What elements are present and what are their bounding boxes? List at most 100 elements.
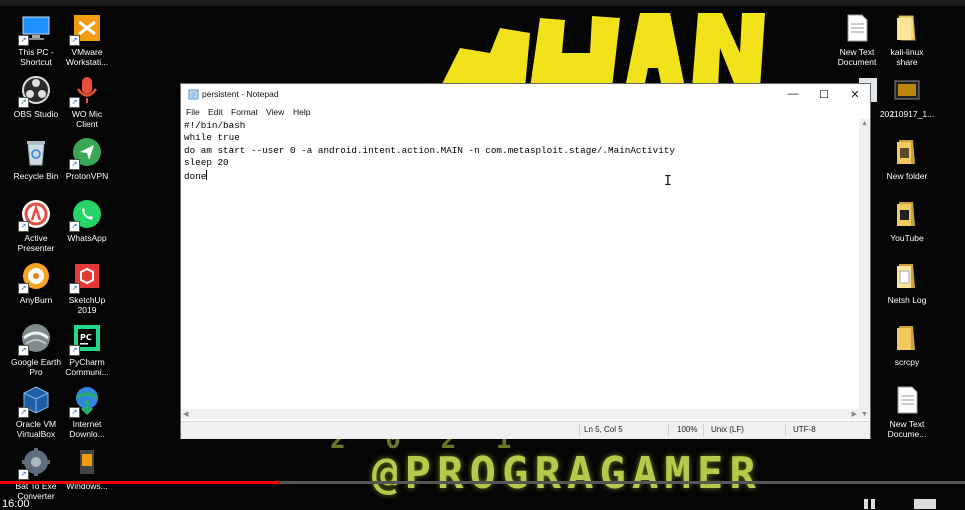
icon-label: scrcpy [894, 357, 920, 367]
bat-to-exe-shortcut[interactable]: ↗ Bat To Exe Converter [7, 446, 65, 501]
window-title: persistent - Notepad [202, 89, 279, 99]
text-caret [206, 169, 208, 180]
maximize-icon: ☐ [819, 89, 829, 101]
sketchup-shortcut[interactable]: ↗ SketchUp 2019 [58, 260, 116, 315]
close-button[interactable]: ✕ [840, 84, 870, 105]
horizontal-scrollbar[interactable]: ◀ ▶ [181, 409, 859, 419]
editor-content: #!/bin/bash while true do am start --use… [184, 120, 675, 182]
youtube-folder[interactable]: YouTube [878, 198, 936, 243]
recycle-bin[interactable]: Recycle Bin [7, 136, 65, 181]
icon-label: YouTube [890, 233, 924, 243]
icon-label: Netsh Log [887, 295, 927, 305]
icon-label: Recycle Bin [13, 171, 59, 181]
image-file-icon [891, 74, 923, 106]
scrcpy-folder-icon [891, 322, 923, 354]
this-pc-shortcut[interactable]: ↗ This PC - Shortcut [7, 12, 65, 67]
video-progress-fill [0, 481, 280, 484]
pause-icon[interactable] [860, 497, 890, 509]
status-zoom: 100% [677, 425, 698, 434]
sketchup-icon: ↗ [69, 260, 103, 294]
icon-label: VMware Workstati... [65, 47, 109, 67]
windows-app-shortcut[interactable]: Windows... [58, 446, 116, 491]
scroll-left-icon[interactable]: ◀ [183, 410, 188, 418]
icon-label: AnyBurn [19, 295, 53, 305]
icon-label: ProtonVPN [65, 171, 109, 181]
obs-studio-shortcut[interactable]: ↗ OBS Studio [7, 74, 65, 119]
scroll-down-icon[interactable]: ▼ [861, 411, 868, 418]
google-earth-pro-shortcut[interactable]: ↗ Google Earth Pro [7, 322, 65, 377]
close-icon: ✕ [850, 89, 860, 101]
icon-label: Active Presenter [17, 233, 55, 253]
icon-label: New folder [886, 171, 928, 181]
icon-label: SketchUp 2019 [68, 295, 106, 315]
new-text-document-icon [841, 12, 873, 44]
menu-edit[interactable]: Edit [208, 107, 223, 117]
wallpaper-logo [440, 13, 765, 88]
netsh-log-folder[interactable]: Netsh Log [878, 260, 936, 305]
menu-file[interactable]: File [186, 107, 200, 117]
recycle-bin-icon [20, 136, 52, 168]
virtualbox-shortcut[interactable]: ↗ Oracle VM VirtualBox [7, 384, 65, 439]
internet-download-icon: ↗ [69, 384, 103, 418]
scroll-right-icon[interactable]: ▶ [852, 410, 857, 418]
icon-label: OBS Studio [13, 109, 59, 119]
wo-mic-shortcut[interactable]: ↗ WO Mic Client [58, 74, 116, 129]
wallpaper-tag: @PROGRAGAMER [372, 448, 762, 499]
notepad-window[interactable]: persistent - Notepad — ☐ ✕ File Edit For… [181, 84, 870, 439]
notepad-titlebar[interactable]: persistent - Notepad — ☐ ✕ [181, 84, 870, 105]
ibeam-cursor-icon: I [664, 174, 672, 189]
scroll-up-icon[interactable]: ▲ [861, 120, 868, 127]
notepad-app-icon [188, 89, 199, 100]
status-divider [703, 424, 704, 436]
icon-label: 20210917_1... [879, 109, 935, 119]
icon-label: WO Mic Client [71, 109, 103, 129]
anyburn-icon: ↗ [18, 260, 52, 294]
menu-help[interactable]: Help [293, 107, 310, 117]
icon-label: New Text Docume... [887, 419, 927, 439]
status-divider [785, 424, 786, 436]
svg-text:PC: PC [80, 333, 92, 342]
protonvpn-icon: ↗ [69, 136, 103, 170]
menu-format[interactable]: Format [231, 107, 258, 117]
status-position: Ln 5, Col 5 [584, 425, 623, 434]
whatsapp-icon: ↗ [69, 198, 103, 232]
icon-label: PyCharm Communi... [65, 357, 109, 377]
new-folder-icon [891, 136, 923, 168]
protonvpn-shortcut[interactable]: ↗ ProtonVPN [58, 136, 116, 181]
menu-view[interactable]: View [266, 107, 284, 117]
status-divider [668, 424, 669, 436]
scrcpy-folder[interactable]: scrcpy [878, 322, 936, 367]
vmware-shortcut[interactable]: ↗ VMware Workstati... [58, 12, 116, 67]
maximize-button[interactable]: ☐ [809, 84, 839, 105]
youtube-folder-icon [891, 198, 923, 230]
google-earth-pro-icon: ↗ [18, 322, 52, 356]
image-file[interactable]: 20210917_1... [878, 74, 936, 119]
active-presenter-shortcut[interactable]: ↗ Active Presenter [7, 198, 65, 253]
internet-download-shortcut[interactable]: ↗ Internet Downlo... [58, 384, 116, 439]
new-text-document-2-file[interactable]: New Text Docume... [878, 384, 936, 439]
pycharm-shortcut[interactable]: PC ↗ PyCharm Communi... [58, 322, 116, 377]
netsh-log-icon [891, 260, 923, 292]
this-pc-icon: ↗ [18, 12, 52, 46]
video-time: 16:00 [2, 498, 30, 510]
status-encoding: UTF-8 [793, 425, 816, 434]
status-line-ending: Unix (LF) [711, 425, 744, 434]
whatsapp-shortcut[interactable]: ↗ WhatsApp [58, 198, 116, 243]
captions-icon[interactable] [912, 497, 940, 509]
vertical-scrollbar[interactable]: ▲ ▼ [859, 119, 870, 419]
status-bar: Ln 5, Col 5 100% Unix (LF) UTF-8 [181, 421, 870, 439]
anyburn-shortcut[interactable]: ↗ AnyBurn [7, 260, 65, 305]
minimize-icon: — [787, 88, 799, 100]
new-folder[interactable]: New folder [878, 136, 936, 181]
top-strip [0, 0, 965, 6]
active-presenter-icon: ↗ [18, 198, 52, 232]
status-divider [579, 424, 580, 436]
minimize-button[interactable]: — [778, 84, 808, 105]
kali-linux-share-folder[interactable]: kali-linux share [878, 12, 936, 67]
virtualbox-icon: ↗ [18, 384, 52, 418]
vmware-icon: ↗ [69, 12, 103, 46]
kali-linux-share-icon [891, 12, 923, 44]
text-editor[interactable]: #!/bin/bash while true do am start --use… [181, 119, 859, 409]
icon-label: This PC - Shortcut [18, 47, 54, 67]
wo-mic-icon: ↗ [69, 74, 103, 108]
